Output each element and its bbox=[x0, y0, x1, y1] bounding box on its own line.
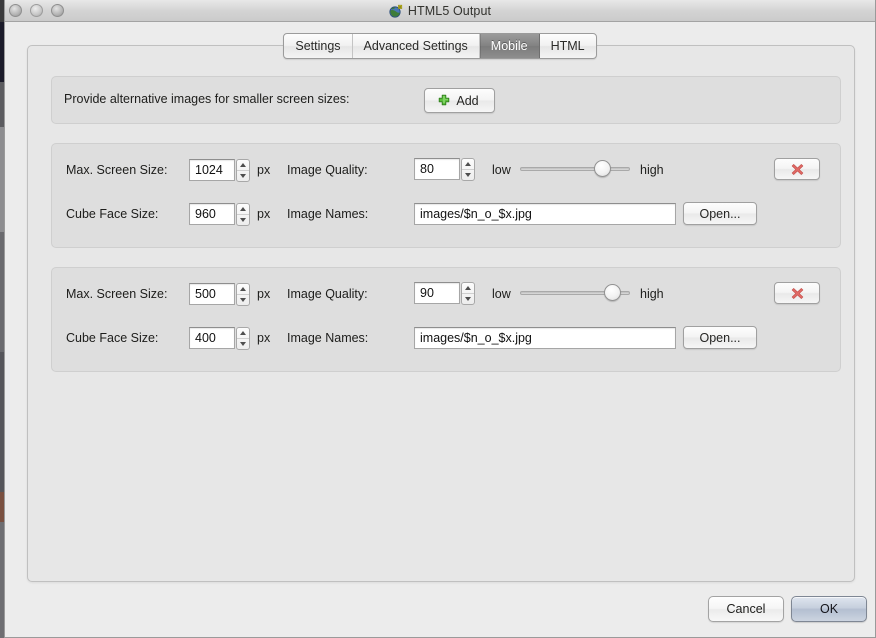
stepper-down-1c[interactable] bbox=[237, 215, 249, 225]
tab-html[interactable]: HTML bbox=[540, 34, 596, 58]
max-screen-size-unit-2: px bbox=[257, 287, 271, 301]
alternative-images-panel: Provide alternative images for smaller s… bbox=[51, 76, 841, 124]
add-button-label: Add bbox=[456, 93, 479, 108]
window-title-area: HTML5 Output bbox=[5, 0, 875, 22]
remove-variant-button-2[interactable] bbox=[774, 282, 820, 304]
cube-face-size-label-1: Cube Face Size: bbox=[66, 207, 159, 221]
tab-bar: Settings Advanced Settings Mobile HTML bbox=[5, 33, 875, 59]
image-quality-label-1: Image Quality: bbox=[287, 163, 368, 177]
html5-output-dialog: HTML5 Output Settings Advanced Settings … bbox=[4, 0, 876, 638]
quality-slider-low-label-1: low bbox=[492, 163, 511, 177]
cube-face-size-input-2[interactable]: 400 bbox=[189, 327, 235, 349]
minimize-button[interactable] bbox=[30, 4, 43, 17]
image-names-input-2[interactable]: images/$n_o_$x.jpg bbox=[414, 327, 676, 349]
red-x-icon bbox=[791, 287, 803, 299]
quality-slider-2[interactable] bbox=[520, 283, 630, 303]
quality-slider-thumb-2[interactable] bbox=[603, 284, 621, 301]
remove-variant-button-1[interactable] bbox=[774, 158, 820, 180]
max-screen-size-label-2: Max. Screen Size: bbox=[66, 287, 168, 301]
image-variant-group-2: Max. Screen Size: 500 px Image Quality: … bbox=[51, 267, 841, 372]
window-titlebar: HTML5 Output bbox=[5, 0, 875, 22]
tab-settings[interactable]: Settings bbox=[284, 34, 353, 58]
image-quality-stepper-1[interactable] bbox=[461, 158, 475, 181]
max-screen-size-input-2[interactable]: 500 bbox=[189, 283, 235, 305]
open-button-2[interactable]: Open... bbox=[683, 326, 757, 349]
tab-advanced-settings[interactable]: Advanced Settings bbox=[353, 34, 480, 58]
image-names-label-1: Image Names: bbox=[287, 207, 369, 221]
cancel-button[interactable]: Cancel bbox=[708, 596, 784, 622]
cube-face-size-input-1[interactable]: 960 bbox=[189, 203, 235, 225]
quality-slider-track-1[interactable] bbox=[520, 167, 630, 171]
image-variant-group-1: Max. Screen Size: 1024 px Image Quality:… bbox=[51, 143, 841, 248]
add-button[interactable]: Add bbox=[424, 88, 495, 113]
quality-slider-high-label-2: high bbox=[640, 287, 664, 301]
max-screen-size-unit-1: px bbox=[257, 163, 271, 177]
image-names-label-2: Image Names: bbox=[287, 331, 369, 345]
quality-slider-high-label-1: high bbox=[640, 163, 664, 177]
open-button-1[interactable]: Open... bbox=[683, 202, 757, 225]
stepper-up-1b[interactable] bbox=[462, 159, 474, 170]
close-button[interactable] bbox=[9, 4, 22, 17]
stepper-up-2c[interactable] bbox=[237, 328, 249, 339]
alternative-images-label: Provide alternative images for smaller s… bbox=[64, 92, 350, 106]
image-names-input-1[interactable]: images/$n_o_$x.jpg bbox=[414, 203, 676, 225]
stepper-down-2b[interactable] bbox=[462, 294, 474, 304]
window-title: HTML5 Output bbox=[407, 4, 492, 18]
plus-icon bbox=[439, 94, 450, 105]
tab-group: Settings Advanced Settings Mobile HTML bbox=[283, 33, 597, 59]
cube-face-size-stepper-2[interactable] bbox=[236, 327, 250, 350]
max-screen-size-stepper-2[interactable] bbox=[236, 283, 250, 306]
zoom-button[interactable] bbox=[51, 4, 64, 17]
quality-slider-low-label-2: low bbox=[492, 287, 511, 301]
stepper-up-2b[interactable] bbox=[462, 283, 474, 294]
max-screen-size-input-1[interactable]: 1024 bbox=[189, 159, 235, 181]
stepper-down-2a[interactable] bbox=[237, 295, 249, 305]
cube-face-size-unit-1: px bbox=[257, 207, 271, 221]
image-quality-input-1[interactable]: 80 bbox=[414, 158, 460, 180]
mobile-tab-panel: Provide alternative images for smaller s… bbox=[27, 45, 855, 582]
image-quality-label-2: Image Quality: bbox=[287, 287, 368, 301]
stepper-up-1a[interactable] bbox=[237, 160, 249, 171]
stepper-down-2c[interactable] bbox=[237, 339, 249, 349]
tab-mobile[interactable]: Mobile bbox=[479, 34, 540, 58]
image-quality-stepper-2[interactable] bbox=[461, 282, 475, 305]
stepper-up-1c[interactable] bbox=[237, 204, 249, 215]
quality-slider-thumb-1[interactable] bbox=[594, 160, 612, 177]
cube-face-size-label-2: Cube Face Size: bbox=[66, 331, 159, 345]
window-controls bbox=[9, 4, 64, 17]
cube-face-size-stepper-1[interactable] bbox=[236, 203, 250, 226]
quality-slider-1[interactable] bbox=[520, 159, 630, 179]
stepper-down-1b[interactable] bbox=[462, 170, 474, 180]
cube-face-size-unit-2: px bbox=[257, 331, 271, 345]
image-quality-input-2[interactable]: 90 bbox=[414, 282, 460, 304]
max-screen-size-stepper-1[interactable] bbox=[236, 159, 250, 182]
ok-button[interactable]: OK bbox=[791, 596, 867, 622]
stepper-down-1a[interactable] bbox=[237, 171, 249, 181]
max-screen-size-label-1: Max. Screen Size: bbox=[66, 163, 168, 177]
globe-icon bbox=[389, 4, 403, 18]
stepper-up-2a[interactable] bbox=[237, 284, 249, 295]
red-x-icon bbox=[791, 163, 803, 175]
